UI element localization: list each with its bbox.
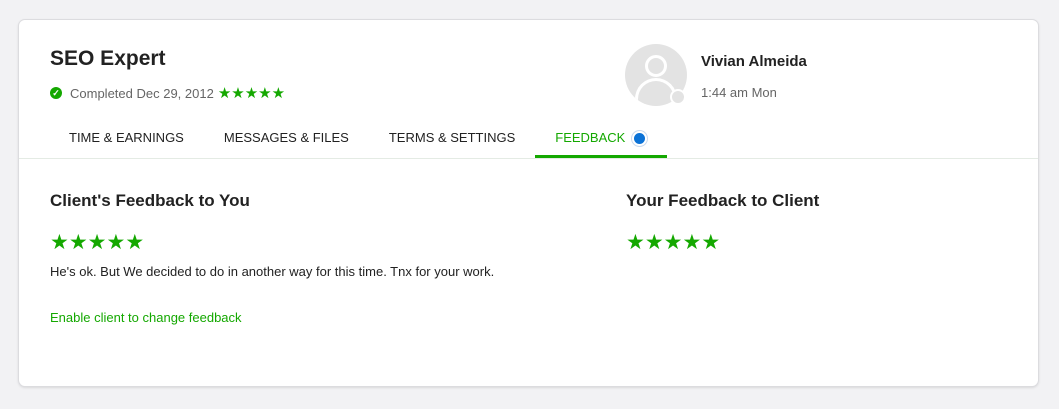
status-text: Completed Dec 29, 2012 [70, 85, 214, 101]
star-icon: ★ [663, 231, 683, 254]
star-icon: ★ [271, 85, 286, 102]
star-icon: ★ [682, 231, 702, 254]
enable-change-feedback-link[interactable]: Enable client to change feedback [50, 310, 242, 325]
contract-rating-stars: ★ ★ ★ ★ ★ [218, 84, 285, 102]
star-icon: ★ [68, 231, 88, 254]
notification-dot-icon [632, 131, 648, 146]
freelancer-name[interactable]: Vivian Almeida [701, 53, 807, 70]
client-feedback-stars: ★ ★ ★ ★ ★ [50, 230, 144, 255]
tab-label: FEEDBACK [555, 130, 626, 145]
contract-status: ✓ Completed Dec 29, 2012 ★ ★ ★ ★ ★ [50, 84, 285, 102]
client-feedback-comment: He's ok. But We decided to do in another… [50, 264, 495, 279]
tab-time-earnings[interactable]: TIME & EARNINGS [49, 130, 204, 158]
star-icon: ★ [231, 85, 245, 102]
presence-indicator [670, 89, 686, 105]
tab-terms-settings[interactable]: TERMS & SETTINGS [369, 130, 535, 158]
star-icon: ★ [626, 231, 645, 254]
check-circle-icon: ✓ [50, 87, 62, 99]
star-icon: ★ [125, 231, 145, 254]
your-feedback-stars: ★ ★ ★ ★ ★ [626, 230, 720, 255]
star-icon: ★ [701, 231, 721, 254]
star-icon: ★ [50, 231, 69, 254]
contract-tabs: TIME & EARNINGS MESSAGES & FILES TERMS &… [49, 130, 668, 158]
tab-messages-files[interactable]: MESSAGES & FILES [204, 130, 369, 158]
contract-card: SEO Expert ✓ Completed Dec 29, 2012 ★ ★ ★ ★… [19, 20, 1038, 386]
freelancer-local-time: 1:44 am Mon [701, 85, 777, 100]
tab-label: TERMS & SETTINGS [388, 130, 516, 145]
client-feedback-heading: Client's Feedback to You [50, 191, 250, 210]
avatar-head-shape [645, 55, 667, 77]
tab-feedback[interactable]: FEEDBACK [535, 130, 668, 158]
tabs-divider [19, 158, 1038, 159]
tab-label: MESSAGES & FILES [223, 130, 349, 145]
contract-title: SEO Expert [50, 47, 166, 70]
tab-label: TIME & EARNINGS [69, 130, 184, 145]
star-icon: ★ [258, 85, 272, 102]
star-icon: ★ [244, 85, 259, 102]
your-feedback-heading: Your Feedback to Client [626, 191, 820, 210]
star-icon: ★ [644, 231, 664, 254]
star-icon: ★ [106, 231, 126, 254]
star-icon: ★ [87, 231, 107, 254]
star-icon: ★ [217, 85, 232, 102]
